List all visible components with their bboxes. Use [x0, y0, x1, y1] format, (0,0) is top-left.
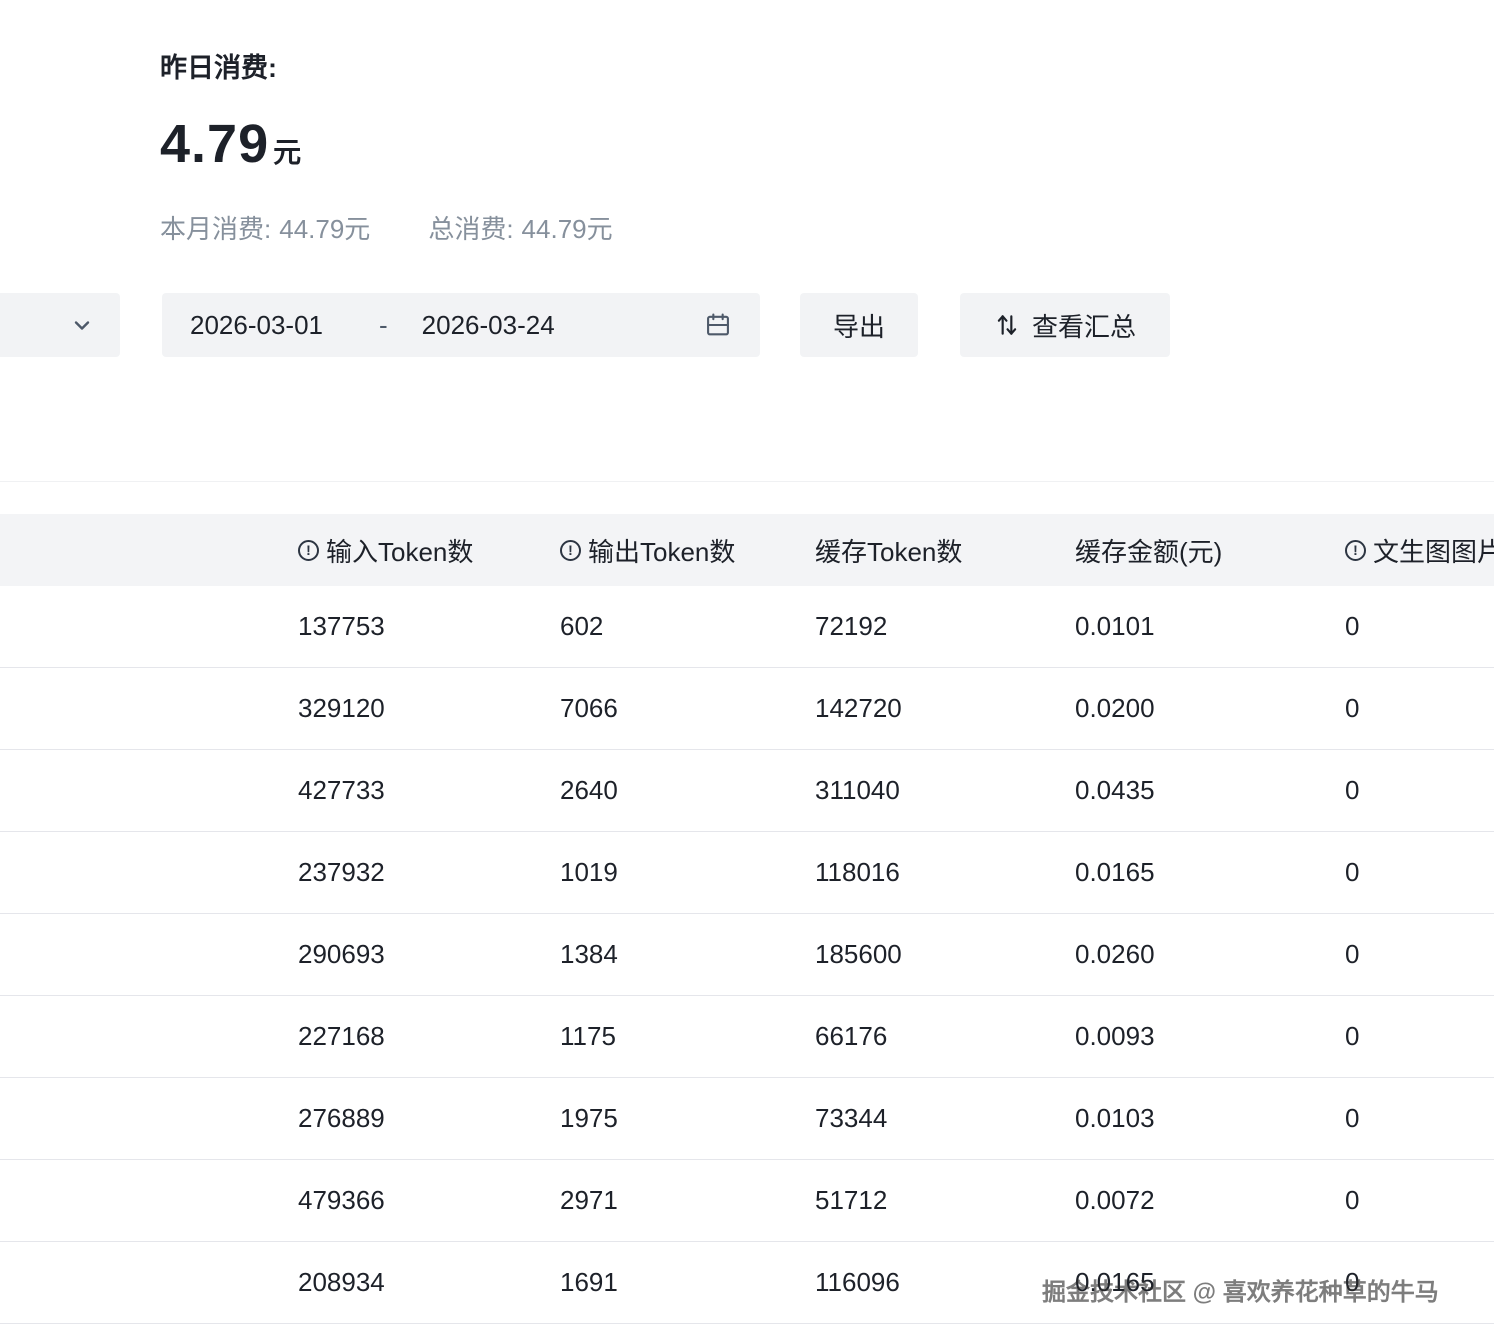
table-cell: 227168 [298, 1021, 560, 1052]
month-consumption-value: 44.79元 [279, 214, 370, 244]
info-icon[interactable]: ! [298, 540, 319, 561]
yesterday-consumption-unit: 元 [273, 131, 301, 171]
table-cell: 0.0103 [1075, 1103, 1345, 1134]
table-row: 2271681175661760.00930 [0, 996, 1494, 1078]
table-row: 32912070661427200.02000 [0, 668, 1494, 750]
table-header-cell: 缓存金额(元) [1075, 532, 1345, 569]
table-cell: 1975 [560, 1103, 815, 1134]
yesterday-consumption-label: 昨日消费: [160, 46, 671, 85]
date-end[interactable]: 2026-03-24 [422, 310, 555, 341]
table-cell: 185600 [815, 939, 1075, 970]
table-cell: 311040 [815, 775, 1075, 806]
table-row: 42773326403110400.04350 [0, 750, 1494, 832]
table-row: 2768891975733440.01030 [0, 1078, 1494, 1160]
billing-page: 昨日消费: 4.79 元 本月消费: 44.79元 总消费: 44.79元 2026… [0, 0, 1494, 1326]
table-cell: 1175 [560, 1021, 815, 1052]
table-cell: 1384 [560, 939, 815, 970]
table-header-label: 输入Token数 [326, 532, 473, 569]
table-cell: 0.0200 [1075, 693, 1345, 724]
table-cell: 0 [1345, 693, 1494, 724]
view-summary-label: 查看汇总 [1032, 307, 1136, 344]
table-cell: 237932 [298, 857, 560, 888]
filter-bar: 2026-03-01 - 2026-03-24 导出 [0, 293, 1494, 357]
consumption-summary: 昨日消费: 4.79 元 本月消费: 44.79元 总消费: 44.79元 [160, 46, 671, 246]
table-cell: 0.0101 [1075, 611, 1345, 642]
table-cell: 0.0093 [1075, 1021, 1345, 1052]
table-header-label: 文生图图片 [1373, 532, 1494, 569]
table-cell: 0 [1345, 1185, 1494, 1216]
table-cell: 276889 [298, 1103, 560, 1134]
info-icon[interactable]: ! [560, 540, 581, 561]
info-icon[interactable]: ! [1345, 540, 1366, 561]
sort-icon [994, 312, 1020, 338]
table-cell: 2971 [560, 1185, 815, 1216]
table-cell: 51712 [815, 1185, 1075, 1216]
table-cell: 1691 [560, 1267, 815, 1298]
table-cell: 0.0072 [1075, 1185, 1345, 1216]
usage-table: !输入Token数!输出Token数缓存Token数缓存金额(元)!文生图图片 … [0, 514, 1494, 1324]
table-cell: 0 [1345, 775, 1494, 806]
table-cell: 118016 [815, 857, 1075, 888]
table-cell: 137753 [298, 611, 560, 642]
month-consumption: 本月消费: 44.79元 [160, 209, 370, 246]
table-row: 29069313841856000.02600 [0, 914, 1494, 996]
table-cell: 0.0435 [1075, 775, 1345, 806]
consumption-subrow: 本月消费: 44.79元 总消费: 44.79元 [160, 209, 671, 246]
month-consumption-label: 本月消费: [160, 214, 271, 244]
table-header-cell: 缓存Token数 [815, 532, 1075, 569]
table-cell: 0 [1345, 611, 1494, 642]
table-cell: 0 [1345, 939, 1494, 970]
table-header-cell: ! 输出Token数 [560, 532, 815, 569]
total-consumption-value: 44.79元 [522, 214, 613, 244]
table-header-label: 输出Token数 [588, 532, 735, 569]
table-header-label: 缓存Token数 [815, 532, 962, 569]
filter-select[interactable] [0, 293, 120, 357]
yesterday-consumption-value-row: 4.79 元 [160, 113, 671, 175]
table-cell: 116096 [815, 1267, 1075, 1298]
table-cell: 2640 [560, 775, 815, 806]
table-cell: 290693 [298, 939, 560, 970]
section-divider [0, 481, 1494, 482]
yesterday-consumption-value: 4.79 [160, 113, 269, 175]
table-cell: 0 [1345, 1021, 1494, 1052]
table-cell: 1019 [560, 857, 815, 888]
table-cell: 479366 [298, 1185, 560, 1216]
table-cell: 0 [1345, 1103, 1494, 1134]
table-row: 137753602721920.01010 [0, 586, 1494, 668]
table-body: 137753602721920.0101032912070661427200.0… [0, 586, 1494, 1324]
view-summary-button[interactable]: 查看汇总 [960, 293, 1170, 357]
table-cell: 73344 [815, 1103, 1075, 1134]
table-cell: 142720 [815, 693, 1075, 724]
table-cell: 66176 [815, 1021, 1075, 1052]
calendar-icon [704, 311, 732, 339]
table-header-cell: ! 输入Token数 [298, 532, 560, 569]
total-consumption: 总消费: 44.79元 [428, 209, 612, 246]
table-cell: 72192 [815, 611, 1075, 642]
date-range-separator: - [379, 310, 388, 341]
table-cell: 7066 [560, 693, 815, 724]
chevron-down-icon [70, 313, 94, 337]
table-cell: 208934 [298, 1267, 560, 1298]
date-range-picker[interactable]: 2026-03-01 - 2026-03-24 [162, 293, 760, 357]
table-header-row: ! 输入Token数! 输出Token数 缓存Token数 缓存金额(元)! 文生图图片 [0, 514, 1494, 586]
table-cell: 329120 [298, 693, 560, 724]
table-row: 23793210191180160.01650 [0, 832, 1494, 914]
table-cell: 0.0260 [1075, 939, 1345, 970]
table-cell: 0.0165 [1075, 857, 1345, 888]
watermark: 掘金技术社区 @ 喜欢养花种草的牛马 [1042, 1272, 1439, 1307]
table-cell: 0 [1345, 857, 1494, 888]
table-header-label: 缓存金额(元) [1075, 532, 1222, 569]
export-button[interactable]: 导出 [800, 293, 918, 357]
table-row: 4793662971517120.00720 [0, 1160, 1494, 1242]
total-consumption-label: 总消费: [428, 214, 513, 244]
table-cell: 427733 [298, 775, 560, 806]
table-header-cell: ! 文生图图片 [1345, 532, 1494, 569]
date-start[interactable]: 2026-03-01 [190, 310, 323, 341]
table-cell: 602 [560, 611, 815, 642]
